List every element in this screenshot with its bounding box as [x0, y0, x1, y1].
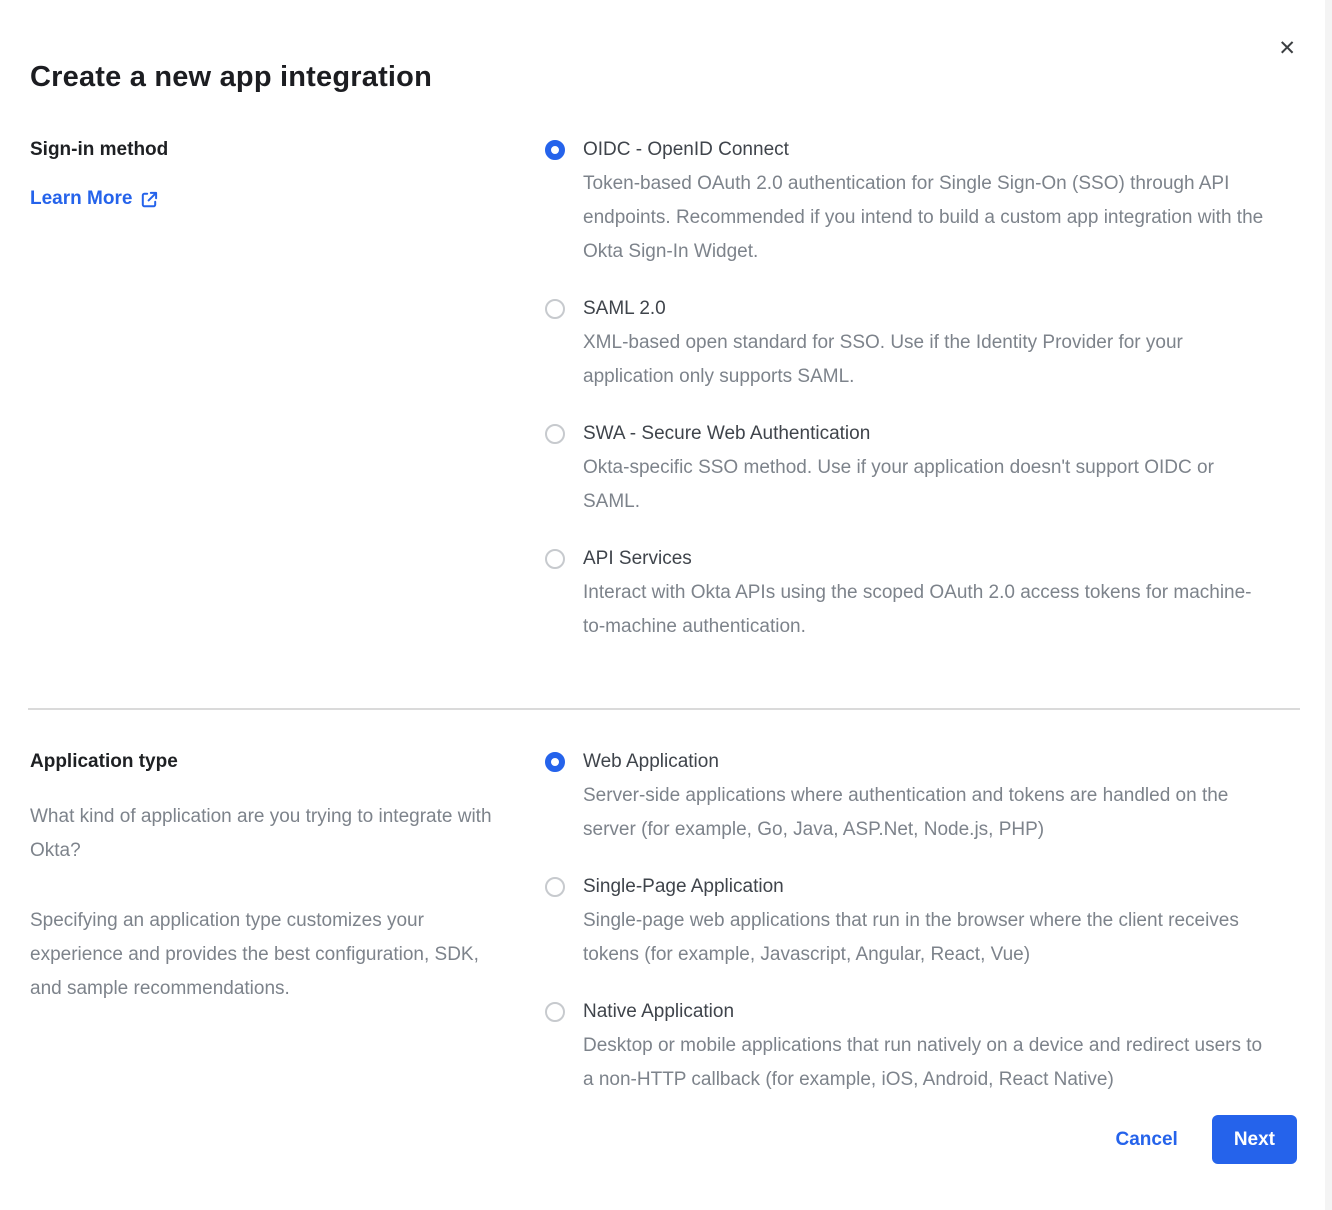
- radio-option-description: Single-page web applications that run in…: [583, 904, 1270, 972]
- sign-in-method-options: OIDC - OpenID Connect Token-based OAuth …: [545, 138, 1270, 644]
- radio-option-native-application[interactable]: Native Application Desktop or mobile app…: [545, 1000, 1270, 1097]
- radio-icon[interactable]: [545, 549, 565, 569]
- radio-option-saml[interactable]: SAML 2.0 XML-based open standard for SSO…: [545, 297, 1270, 394]
- radio-option-label: Web Application: [583, 750, 1270, 774]
- radio-option-label: API Services: [583, 547, 1270, 571]
- radio-option-label: SAML 2.0: [583, 297, 1270, 321]
- sign-in-method-heading: Sign-in method: [30, 138, 505, 162]
- radio-option-description: Server-side applications where authentic…: [583, 779, 1270, 847]
- cancel-button[interactable]: Cancel: [1116, 1129, 1178, 1151]
- radio-option-description: Desktop or mobile applications that run …: [583, 1029, 1270, 1097]
- radio-option-single-page-application[interactable]: Single-Page Application Single-page web …: [545, 875, 1270, 972]
- radio-option-web-application[interactable]: Web Application Server-side applications…: [545, 750, 1270, 847]
- scrollbar-track[interactable]: [1325, 0, 1332, 1210]
- radio-option-description: XML-based open standard for SSO. Use if …: [583, 326, 1270, 394]
- dialog-footer: Cancel Next: [1116, 1115, 1298, 1164]
- application-type-heading: Application type: [30, 750, 505, 774]
- radio-option-description: Token-based OAuth 2.0 authentication for…: [583, 167, 1270, 269]
- radio-option-swa[interactable]: SWA - Secure Web Authentication Okta-spe…: [545, 422, 1270, 519]
- radio-icon[interactable]: [545, 877, 565, 897]
- application-type-section: Application type What kind of applicatio…: [30, 750, 1300, 1097]
- learn-more-label: Learn More: [30, 188, 132, 210]
- radio-option-label: SWA - Secure Web Authentication: [583, 422, 1270, 446]
- radio-icon[interactable]: [545, 140, 565, 160]
- radio-option-api-services[interactable]: API Services Interact with Okta APIs usi…: [545, 547, 1270, 644]
- application-type-left-column: Application type What kind of applicatio…: [30, 750, 545, 1097]
- radio-option-label: Native Application: [583, 1000, 1270, 1024]
- section-divider: [28, 708, 1300, 710]
- learn-more-link[interactable]: Learn More: [30, 188, 158, 210]
- sign-in-method-section: Sign-in method Learn More OIDC - OpenID …: [30, 138, 1300, 644]
- sign-in-method-left-column: Sign-in method Learn More: [30, 138, 545, 644]
- radio-icon[interactable]: [545, 299, 565, 319]
- radio-option-label: Single-Page Application: [583, 875, 1270, 899]
- close-icon[interactable]: ✕: [1276, 36, 1298, 61]
- application-type-description-2: Specifying an application type customize…: [30, 904, 505, 1006]
- application-type-options: Web Application Server-side applications…: [545, 750, 1270, 1097]
- radio-option-label: OIDC - OpenID Connect: [583, 138, 1270, 162]
- radio-option-description: Okta-specific SSO method. Use if your ap…: [583, 451, 1270, 519]
- radio-option-oidc[interactable]: OIDC - OpenID Connect Token-based OAuth …: [545, 138, 1270, 269]
- application-type-description-1: What kind of application are you trying …: [30, 800, 505, 868]
- radio-icon[interactable]: [545, 752, 565, 772]
- radio-icon[interactable]: [545, 424, 565, 444]
- page-title: Create a new app integration: [30, 58, 1300, 96]
- next-button[interactable]: Next: [1212, 1115, 1297, 1164]
- external-link-icon: [141, 191, 158, 208]
- create-app-integration-dialog: ✕ Create a new app integration Sign-in m…: [0, 0, 1332, 1210]
- radio-option-description: Interact with Okta APIs using the scoped…: [583, 576, 1270, 644]
- radio-icon[interactable]: [545, 1002, 565, 1022]
